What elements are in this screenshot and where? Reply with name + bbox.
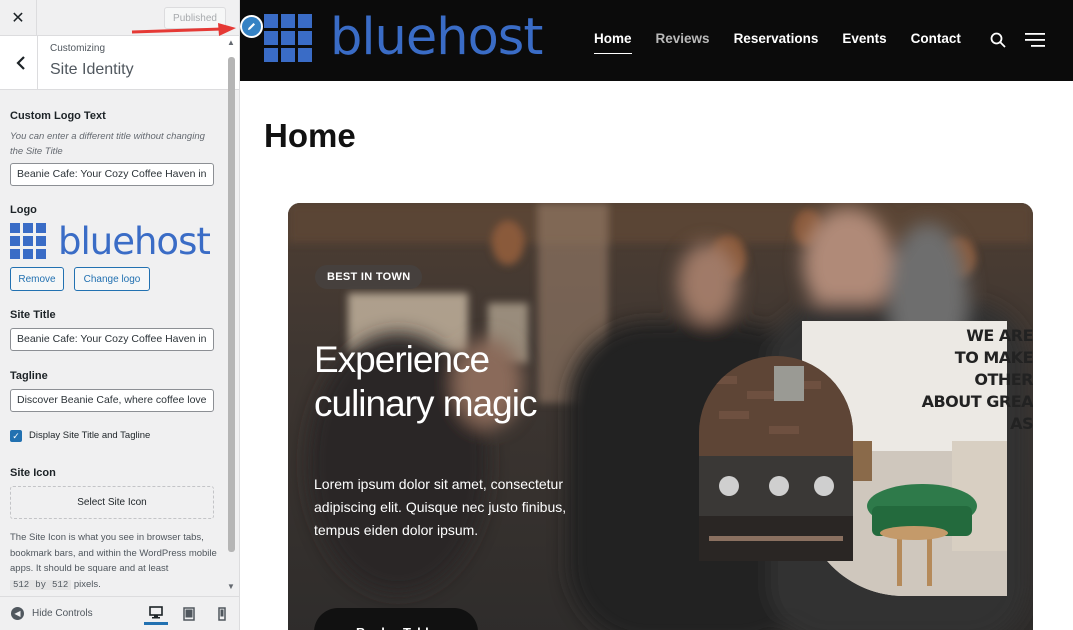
tagline-label: Tagline: [10, 370, 48, 382]
main-navigation: Home Reviews Reservations Events Contact: [594, 31, 985, 54]
select-site-icon-button[interactable]: Select Site Icon: [10, 486, 214, 519]
bluehost-grid-icon: [10, 223, 46, 259]
desktop-icon: [149, 606, 163, 619]
scroll-down-arrow[interactable]: ▼: [227, 582, 235, 591]
site-logo-wordmark: bluehost: [330, 8, 543, 67]
mobile-icon: [218, 607, 226, 621]
edit-shortcut-pencil[interactable]: [240, 15, 263, 38]
display-title-label: Display Site Title and Tagline: [29, 430, 151, 441]
site-icon-label: Site Icon: [10, 467, 56, 479]
mural-line: ABOUT GREA: [921, 392, 1033, 411]
tablet-preview-button[interactable]: [177, 603, 201, 625]
best-in-town-badge: BEST IN TOWN: [315, 265, 423, 289]
close-icon: ✕: [11, 10, 25, 27]
hamburger-menu-icon: [1025, 33, 1045, 47]
hide-controls-icon[interactable]: ◀: [11, 607, 24, 620]
site-icon-desc-suffix: pixels.: [73, 578, 101, 590]
chevron-left-icon: [15, 55, 25, 70]
search-icon: [990, 32, 1006, 48]
tagline-input[interactable]: Discover Beanie Cafe, where coffee love: [10, 389, 214, 412]
hero-description: Lorem ipsum dolor sit amet, consectetur …: [314, 476, 567, 538]
panel-title: Site Identity: [50, 61, 134, 78]
site-logo[interactable]: bluehost: [264, 8, 543, 67]
nav-reviews[interactable]: Reviews: [656, 31, 710, 46]
nav-contact[interactable]: Contact: [911, 31, 961, 46]
size-code: 512: [49, 579, 72, 590]
close-customizer-button[interactable]: ✕: [0, 0, 37, 36]
hero-title: Experience culinary magic: [314, 339, 537, 424]
logo-label: Logo: [10, 204, 37, 216]
cafe-mural-text: WE ARE TO MAKE OTHER ABOUT GREA AS: [908, 325, 1033, 435]
back-button[interactable]: [0, 36, 38, 89]
annotation-arrow: [131, 23, 236, 36]
customizer-footer: ◀ Hide Controls: [0, 596, 239, 630]
change-logo-button[interactable]: Change logo: [74, 267, 150, 291]
header-search-button[interactable]: [990, 32, 1006, 53]
header-menu-button[interactable]: [1025, 33, 1045, 52]
breadcrumb: Customizing: [50, 43, 106, 54]
size-code-by: by: [32, 579, 50, 590]
mobile-preview-button[interactable]: [210, 603, 234, 625]
logo-preview: bluehost: [10, 222, 214, 260]
site-icon-description: The Site Icon is what you see in browser…: [10, 530, 220, 593]
panel-header: Customizing Site Identity: [0, 36, 239, 90]
book-a-table-button[interactable]: Book a Table: [314, 608, 478, 630]
size-code: 512: [10, 579, 33, 590]
site-title-label: Site Title: [10, 309, 56, 321]
site-title-input[interactable]: Beanie Cafe: Your Cozy Coffee Haven in: [10, 328, 214, 351]
mural-line: TO MAKE OTHER: [954, 348, 1033, 389]
pencil-icon: [248, 23, 255, 30]
site-preview: bluehost Home Reviews Reservations Event…: [240, 0, 1073, 630]
hero-section: WE ARE TO MAKE OTHER ABOUT GREA AS BEST …: [288, 203, 1033, 630]
tablet-icon: [183, 607, 195, 621]
custom-logo-text-description: You can enter a different title without …: [10, 131, 205, 157]
nav-reservations[interactable]: Reservations: [734, 31, 819, 46]
custom-logo-text-input[interactable]: Beanie Cafe: Your Cozy Coffee Haven in: [10, 163, 214, 186]
scrollbar-thumb[interactable]: [228, 57, 235, 552]
nav-events[interactable]: Events: [842, 31, 886, 46]
display-title-checkbox[interactable]: ✓: [10, 430, 22, 442]
site-header: bluehost Home Reviews Reservations Event…: [240, 0, 1073, 81]
desktop-preview-button[interactable]: [144, 603, 168, 625]
site-icon-desc-text: The Site Icon is what you see in browser…: [10, 532, 217, 574]
nav-home[interactable]: Home: [594, 31, 632, 54]
mural-line: AS: [1010, 414, 1033, 433]
logo-wordmark: bluehost: [58, 219, 211, 263]
page-title: Home: [264, 117, 356, 154]
coffee-machine-photo: [699, 356, 853, 561]
custom-logo-text-label: Custom Logo Text: [10, 110, 106, 122]
hide-controls-button[interactable]: Hide Controls: [32, 608, 93, 619]
customizer-sidebar: ✕ Published Customizing Site Identity Cu…: [0, 0, 240, 630]
mural-line: WE ARE: [966, 326, 1033, 345]
remove-logo-button[interactable]: Remove: [10, 267, 64, 291]
bluehost-grid-icon: [264, 13, 312, 62]
